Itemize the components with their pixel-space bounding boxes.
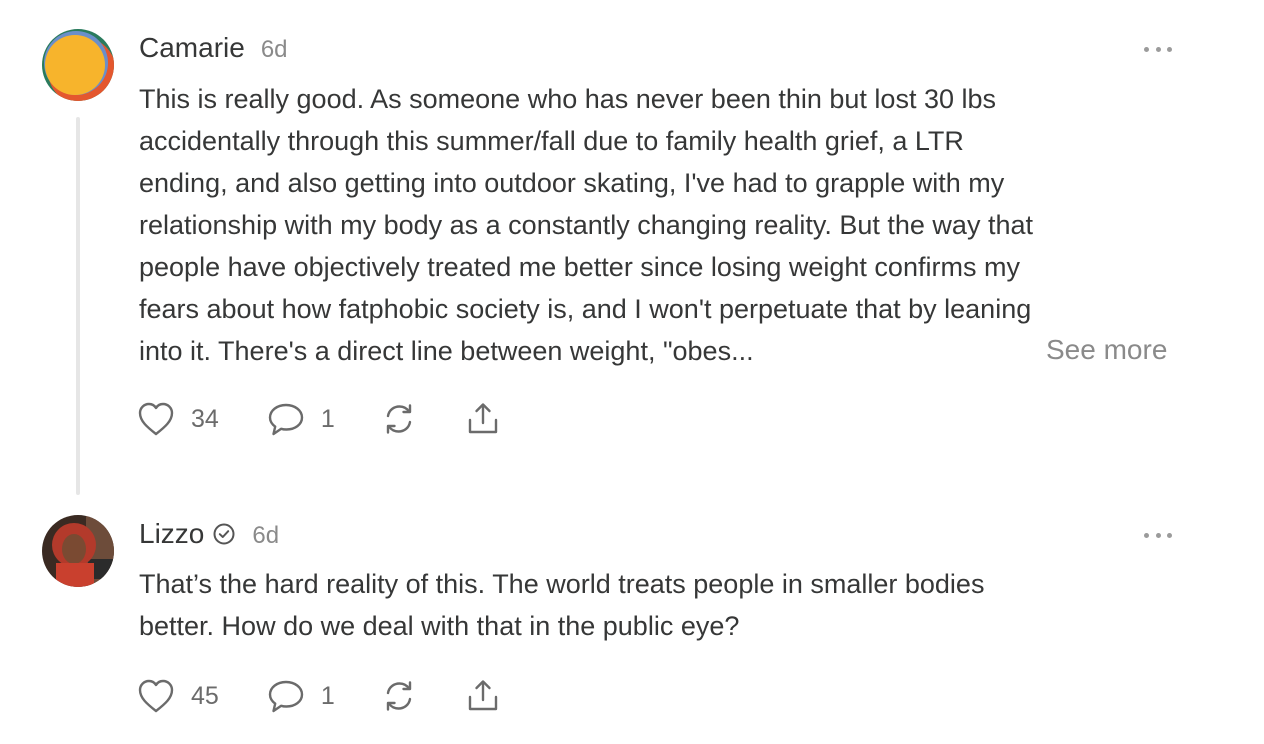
ellipsis-icon [1144, 532, 1149, 538]
share-button[interactable] [465, 678, 501, 714]
see-more-link[interactable]: See more [1046, 334, 1167, 366]
reply-button[interactable]: 1 [267, 678, 335, 714]
comment-line: ending, and also getting into outdoor sk… [139, 168, 1005, 198]
timestamp[interactable]: 6d [261, 36, 288, 64]
restack-button[interactable] [381, 401, 417, 437]
restack-icon [381, 401, 417, 437]
comment-body: That’s the hard reality of this. The wor… [139, 563, 1179, 647]
reply-count: 1 [320, 404, 335, 433]
restack-icon [381, 678, 417, 714]
verified-badge-icon [212, 522, 236, 546]
share-button[interactable] [465, 401, 501, 437]
comment-line: relationship with my body as a constantl… [139, 210, 1033, 240]
author-name[interactable]: Camarie [139, 32, 245, 64]
heart-icon [137, 678, 175, 714]
comment-line: into it. There's a direct line between w… [139, 336, 754, 366]
like-count: 34 [191, 404, 219, 433]
avatar-lizzo[interactable] [42, 515, 114, 587]
comment-line: better. How do we deal with that in the … [139, 611, 740, 641]
comment-line: accidentally through this summer/fall du… [139, 126, 964, 156]
comment-line: This is really good. As someone who has … [139, 84, 996, 114]
ellipsis-icon [1144, 46, 1149, 52]
speech-bubble-icon [267, 401, 305, 437]
timestamp[interactable]: 6d [252, 522, 279, 550]
like-button[interactable]: 34 [137, 401, 219, 437]
thread-line [76, 117, 80, 495]
restack-button[interactable] [381, 678, 417, 714]
comment-actions: 34 1 [137, 399, 501, 439]
comment-line: people have objectively treated me bette… [139, 252, 1020, 282]
share-icon [465, 678, 501, 714]
more-options-button[interactable] [1144, 44, 1172, 54]
comment-line: That’s the hard reality of this. The wor… [139, 569, 985, 599]
comment-line: fears about how fatphobic society is, an… [139, 294, 1032, 324]
more-options-button[interactable] [1144, 530, 1172, 540]
comment-actions: 45 1 [137, 676, 501, 716]
like-count: 45 [191, 681, 219, 710]
author-name[interactable]: Lizzo [139, 518, 204, 550]
avatar-camarie[interactable] [42, 29, 114, 101]
reply-count: 1 [320, 681, 335, 710]
reply-button[interactable]: 1 [267, 401, 335, 437]
comment-header: Lizzo 6d [139, 518, 279, 550]
heart-icon [137, 401, 175, 437]
comment-body: This is really good. As someone who has … [139, 78, 1179, 372]
speech-bubble-icon [267, 678, 305, 714]
share-icon [465, 401, 501, 437]
comment-header: Camarie 6d [139, 32, 288, 64]
like-button[interactable]: 45 [137, 678, 219, 714]
